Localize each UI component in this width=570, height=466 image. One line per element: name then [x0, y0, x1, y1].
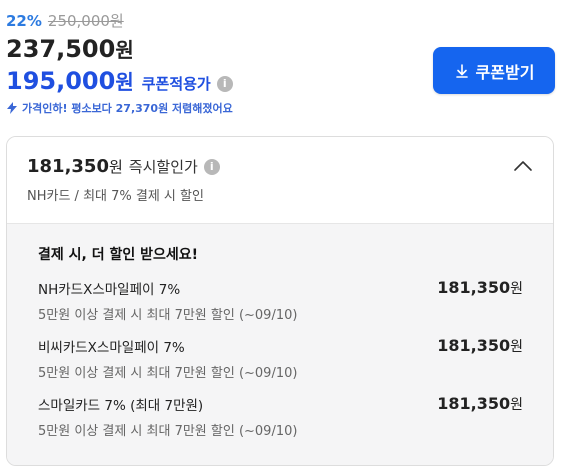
- list-item: 스마일카드 7% (최대 7만원) 5만원 이상 결제 시 최대 7만원 할인 …: [38, 394, 533, 439]
- offer-desc: 5만원 이상 결제 시 최대 7만원 할인 (~09/10): [38, 308, 298, 323]
- offer-desc: 5만원 이상 결제 시 최대 7만원 할인 (~09/10): [38, 366, 298, 381]
- offer-desc: 5만원 이상 결제 시 최대 7만원 할인 (~09/10): [38, 424, 298, 439]
- price-drop-notice: 가격인하! 평소보다 27,370원 저렴해졌어요: [6, 100, 233, 116]
- coupon-price: 195,000원: [6, 66, 134, 95]
- coupon-label: 쿠폰적용가 i: [142, 73, 233, 94]
- instant-price-number: 181,350: [27, 156, 109, 177]
- instant-price-unit: 원: [108, 158, 123, 176]
- discount-row: 22% 250,000원: [6, 10, 566, 32]
- offer-price-number: 181,350: [437, 278, 511, 297]
- original-price: 250,000원: [47, 12, 124, 30]
- instant-discount-card: 181,350원 즉시할인가 i NH카드 / 최대 7% 결제 시 할인 결제…: [6, 136, 554, 466]
- offer-price-unit: 원: [510, 281, 523, 297]
- price-drop-text: 가격인하! 평소보다 27,370원 저렴해졌어요: [22, 102, 233, 115]
- offer-price-number: 181,350: [437, 394, 511, 413]
- bolt-icon: [7, 102, 17, 114]
- offer-price-unit: 원: [510, 397, 523, 413]
- sale-price-unit: 원: [115, 38, 134, 62]
- list-item: NH카드X스마일페이 7% 5만원 이상 결제 시 최대 7만원 할인 (~09…: [38, 278, 533, 323]
- coupon-price-number: 195,000: [6, 67, 116, 95]
- offer-price: 181,350원: [437, 278, 523, 298]
- coupon-label-text: 쿠폰적용가: [141, 75, 211, 93]
- offers-title: 결제 시, 더 할인 받으세요!: [38, 247, 198, 263]
- download-icon: [455, 63, 468, 78]
- instant-discount-subtitle: NH카드 / 최대 7% 결제 시 할인: [27, 189, 204, 204]
- instant-price: 181,350원: [27, 156, 123, 177]
- offer-price: 181,350원: [437, 394, 523, 414]
- get-coupon-label: 쿠폰받기: [475, 62, 535, 82]
- coupon-price-row: 195,000원 쿠폰적용가 i: [6, 66, 233, 95]
- instant-discount-label: 즉시할인가: [128, 158, 198, 176]
- sale-price: 237,500원: [6, 34, 134, 63]
- chevron-up-icon[interactable]: [513, 159, 533, 173]
- sale-price-number: 237,500: [6, 35, 116, 63]
- list-item: 비씨카드X스마일페이 7% 5만원 이상 결제 시 최대 7만원 할인 (~09…: [38, 336, 533, 381]
- info-icon[interactable]: i: [216, 75, 233, 92]
- payment-offers-panel: 결제 시, 더 할인 받으세요! NH카드X스마일페이 7% 5만원 이상 결제…: [7, 223, 553, 465]
- info-icon[interactable]: i: [203, 158, 220, 175]
- instant-price-row: 181,350원 즉시할인가 i: [27, 156, 220, 177]
- offer-price-unit: 원: [510, 339, 523, 355]
- offer-price: 181,350원: [437, 336, 523, 356]
- discount-rate: 22%: [6, 12, 42, 30]
- price-area: 22% 250,000원 237,500원 195,000원 쿠폰적용가 i 가…: [6, 10, 566, 115]
- instant-discount-header[interactable]: 181,350원 즉시할인가 i NH카드 / 최대 7% 결제 시 할인: [7, 137, 553, 223]
- offer-price-number: 181,350: [437, 336, 511, 355]
- get-coupon-button[interactable]: 쿠폰받기: [433, 47, 555, 94]
- coupon-price-unit: 원: [115, 70, 134, 94]
